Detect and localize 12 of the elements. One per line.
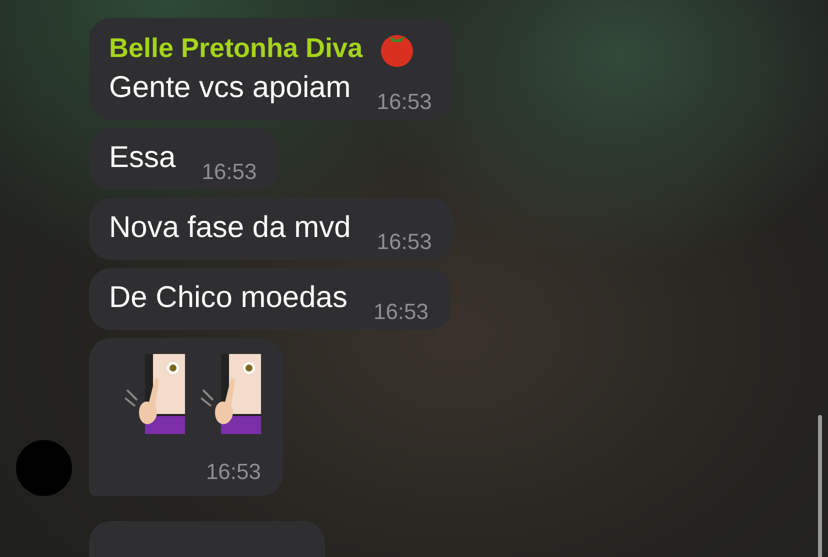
message-time: 16:53 bbox=[202, 160, 257, 184]
message-time: 16:53 bbox=[373, 300, 429, 324]
sender-name: Belle Pretonha Diva bbox=[109, 32, 363, 64]
message-time: 16:53 bbox=[204, 460, 261, 484]
message-text: Gente vcs apoiam bbox=[109, 70, 351, 106]
emoji-icon bbox=[201, 354, 261, 434]
emoji-icon bbox=[125, 354, 185, 434]
message-time: 16:53 bbox=[376, 90, 432, 114]
message-text: Essa bbox=[109, 140, 176, 176]
message-time: 16:53 bbox=[376, 230, 432, 254]
message-text: Nova fase da mvd bbox=[109, 210, 351, 246]
message-text: De Chico moedas bbox=[109, 280, 348, 316]
